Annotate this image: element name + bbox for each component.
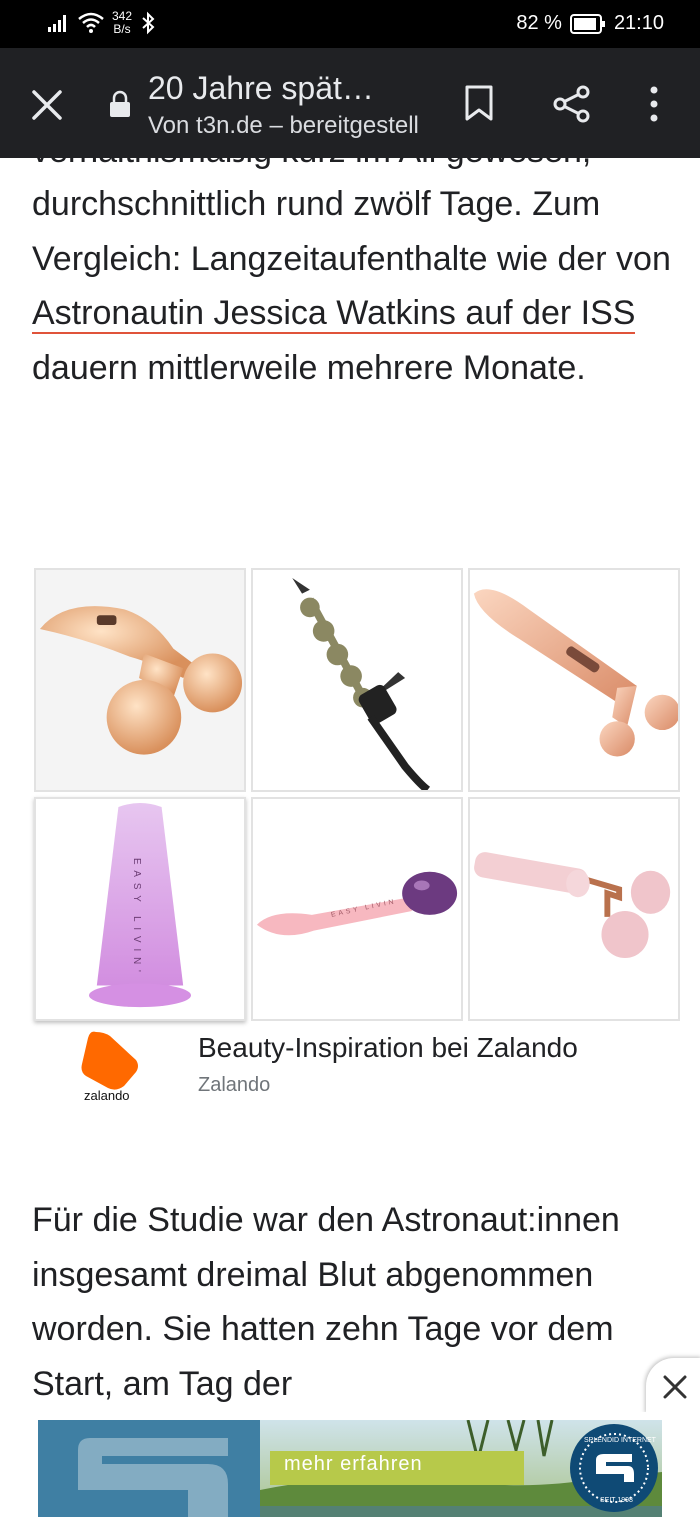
- article-text: durchschnittlich rund zwölf Tage. Zum Ve…: [32, 185, 671, 278]
- bookmark-icon[interactable]: [464, 84, 494, 122]
- signal-icon: [48, 15, 66, 32]
- product-tile[interactable]: EASY LIVIN': [34, 797, 246, 1021]
- clock: 21:10: [613, 12, 664, 34]
- article-paragraph: Für die Studie war den Astronaut:innen i…: [32, 1201, 620, 1403]
- bluetooth-icon: [142, 11, 155, 35]
- network-speed: 342 B/s: [112, 10, 132, 36]
- zalando-logo: [81, 1031, 138, 1090]
- banner-cta-button[interactable]: mehr erfahren: [270, 1451, 524, 1485]
- status-bar: 342 B/s 82 % 21:10: [0, 0, 700, 48]
- product-image: EASY LIVIN: [256, 871, 458, 936]
- battery-icon: [569, 13, 605, 34]
- share-icon[interactable]: [552, 84, 592, 124]
- product-image: EASY LIVIN': [88, 803, 192, 1008]
- wifi-icon: [78, 12, 104, 33]
- product-tile[interactable]: [251, 568, 463, 792]
- close-icon[interactable]: [28, 86, 66, 124]
- badge-year: SEIT 1998: [600, 1497, 633, 1504]
- network-speed-unit: B/s: [113, 22, 131, 36]
- page-url[interactable]: Von t3n.de – bereitgestellt von Google: [148, 112, 418, 140]
- banner-ad[interactable]: SPLENDID INTERNET SEIT 1998 mehr erfahre…: [38, 1420, 662, 1517]
- status-right: 82 % 21:10: [516, 12, 664, 35]
- product-tile[interactable]: [468, 797, 680, 1021]
- product-tile[interactable]: [468, 568, 680, 792]
- status-left: 342 B/s: [48, 10, 156, 36]
- custom-tab-toolbar: 20 Jahre spät… Von t3n.de – bereitgestel…: [0, 48, 700, 158]
- product-tile[interactable]: [34, 568, 246, 792]
- zalando-logo-text: zalando: [84, 1088, 130, 1103]
- close-banner-button[interactable]: [646, 1358, 700, 1414]
- ad-advertiser[interactable]: Zalando: [198, 1074, 270, 1097]
- product-image: [39, 606, 243, 755]
- product-image: [292, 577, 431, 790]
- article-link[interactable]: Astronautin Jessica Watkins auf der ISS: [32, 294, 636, 334]
- product-ad[interactable]: EASY LIVIN' EASY LIVIN zalando Beauty-In…: [34, 568, 680, 1116]
- sticky-banner: SPLENDID INTERNET SEIT 1998 mehr erfahre…: [0, 1412, 700, 1517]
- product-tile[interactable]: EASY LIVIN: [251, 797, 463, 1021]
- article-cut-line: verhältnismäßig kurz im All gewesen,: [32, 158, 672, 170]
- article-cut-line-text: verhältnismäßig kurz im All gewesen,: [32, 158, 591, 170]
- product-image: [473, 589, 678, 757]
- article-paragraph: durchschnittlich rund zwölf Tage. Zum Ve…: [32, 177, 672, 395]
- product-image: [474, 852, 671, 959]
- close-icon: [663, 1375, 687, 1399]
- badge-text: SPLENDID INTERNET: [584, 1437, 657, 1444]
- page-title[interactable]: 20 Jahre spät…: [148, 70, 374, 107]
- product-print: EASY LIVIN': [131, 858, 142, 978]
- lock-icon: [110, 90, 130, 117]
- battery-percent: 82 %: [516, 12, 562, 34]
- more-vert-icon[interactable]: [644, 84, 664, 124]
- ad-headline[interactable]: Beauty-Inspiration bei Zalando: [198, 1032, 578, 1064]
- article-text: dauern mittlerweile mehrere Monate.: [32, 348, 586, 387]
